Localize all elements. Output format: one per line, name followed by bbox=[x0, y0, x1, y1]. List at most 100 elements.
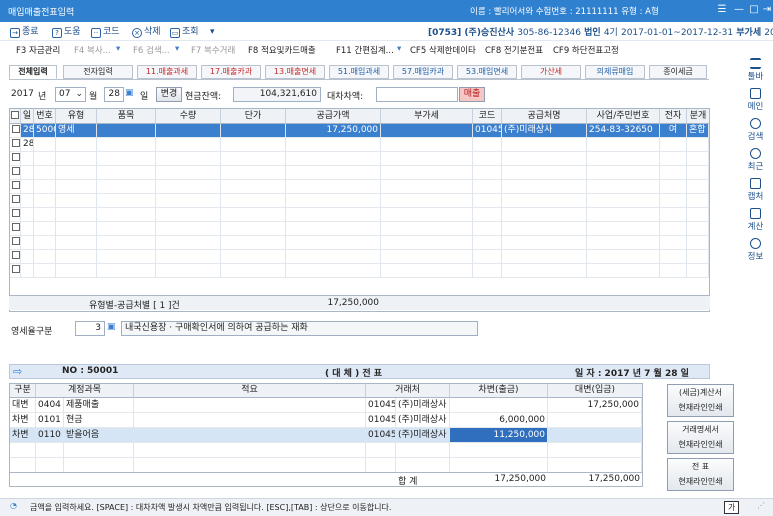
empty-cell[interactable] bbox=[381, 180, 473, 194]
row-checkbox-cell[interactable] bbox=[10, 236, 21, 250]
empty-cell[interactable] bbox=[286, 208, 381, 222]
empty-cell[interactable] bbox=[687, 236, 709, 250]
empty-cell[interactable] bbox=[587, 222, 660, 236]
empty-cell[interactable] bbox=[97, 194, 156, 208]
empty-cell[interactable] bbox=[56, 194, 97, 208]
empty-cell[interactable] bbox=[97, 180, 156, 194]
cell-no[interactable]: 50001 bbox=[34, 124, 56, 138]
empty-cell[interactable] bbox=[502, 264, 587, 278]
empty-cell[interactable] bbox=[473, 194, 502, 208]
empty-cell[interactable] bbox=[21, 180, 34, 194]
empty-cell[interactable] bbox=[687, 250, 709, 264]
table-row[interactable]: 28 bbox=[10, 138, 709, 152]
table-row[interactable]: 28 50001 영세 17,250,000 01045 (주)미래상사 254… bbox=[10, 124, 709, 138]
vcell-div[interactable]: 대변 bbox=[10, 398, 36, 413]
vcell-ccode[interactable] bbox=[366, 458, 396, 473]
empty-cell[interactable] bbox=[221, 166, 286, 180]
help-button[interactable]: ? 도움 bbox=[52, 26, 81, 39]
empty-cell[interactable] bbox=[587, 208, 660, 222]
empty-cell[interactable] bbox=[156, 194, 221, 208]
empty-cell[interactable] bbox=[221, 152, 286, 166]
empty-cell[interactable] bbox=[286, 264, 381, 278]
row-checkbox-cell[interactable] bbox=[10, 166, 21, 180]
table-row[interactable] bbox=[10, 194, 709, 208]
print-invoice-button[interactable]: (세금)계산서 현재라인인쇄 bbox=[667, 384, 734, 417]
fkey-prior[interactable]: CF8 전기분전표 bbox=[485, 44, 543, 56]
empty-cell[interactable] bbox=[34, 264, 56, 278]
table-row[interactable] bbox=[10, 208, 709, 222]
tab-sales-exempt[interactable]: 13.매출면세 bbox=[265, 65, 325, 79]
exit-icon[interactable]: ⇥ bbox=[761, 4, 773, 16]
cell-price[interactable] bbox=[221, 138, 286, 152]
cell-journal[interactable] bbox=[687, 138, 709, 152]
cell-price[interactable] bbox=[221, 124, 286, 138]
delete-button[interactable]: × 삭제 bbox=[132, 26, 161, 39]
row-checkbox[interactable] bbox=[12, 125, 20, 133]
empty-cell[interactable] bbox=[502, 222, 587, 236]
voucher-row[interactable]: 대변 0404 제품매출 01045 (주)미래상사 17,250,000 bbox=[10, 398, 642, 413]
empty-cell[interactable] bbox=[286, 166, 381, 180]
row-checkbox[interactable] bbox=[12, 167, 20, 175]
row-checkbox[interactable] bbox=[12, 181, 20, 189]
cell-vat[interactable] bbox=[381, 138, 473, 152]
empty-cell[interactable] bbox=[687, 180, 709, 194]
fkey-summary[interactable]: F11 간편집계... bbox=[336, 44, 394, 56]
toolbar-more-icon[interactable]: ▾ bbox=[210, 26, 215, 39]
empty-cell[interactable] bbox=[56, 264, 97, 278]
empty-cell[interactable] bbox=[97, 250, 156, 264]
row-checkbox[interactable] bbox=[12, 209, 20, 217]
empty-cell[interactable] bbox=[156, 236, 221, 250]
vcell-div[interactable] bbox=[10, 458, 36, 473]
header-checkbox[interactable] bbox=[10, 109, 21, 124]
empty-cell[interactable] bbox=[286, 222, 381, 236]
empty-cell[interactable] bbox=[34, 180, 56, 194]
cell-item[interactable] bbox=[97, 138, 156, 152]
cell-journal[interactable]: 혼합 bbox=[687, 124, 709, 138]
empty-cell[interactable] bbox=[21, 194, 34, 208]
cell-type[interactable]: 영세 bbox=[56, 124, 97, 138]
cell-code[interactable]: 01045 bbox=[473, 124, 502, 138]
row-checkbox-cell[interactable] bbox=[10, 152, 21, 166]
tab-paper[interactable]: 종이세금 bbox=[649, 65, 707, 79]
vcell-account[interactable] bbox=[64, 443, 134, 458]
empty-cell[interactable] bbox=[34, 166, 56, 180]
row-checkbox[interactable] bbox=[12, 195, 20, 203]
empty-cell[interactable] bbox=[56, 222, 97, 236]
empty-cell[interactable] bbox=[97, 152, 156, 166]
sidebar-main[interactable]: 메인 bbox=[738, 88, 773, 112]
empty-cell[interactable] bbox=[687, 166, 709, 180]
empty-cell[interactable] bbox=[34, 152, 56, 166]
fkey-memo[interactable]: F8 적요및카드매출 bbox=[248, 44, 316, 56]
month-select[interactable]: 07 ⌄ bbox=[55, 87, 86, 102]
menu-icon[interactable]: ☰ bbox=[716, 4, 728, 16]
empty-cell[interactable] bbox=[687, 264, 709, 278]
cell-amount[interactable] bbox=[286, 138, 381, 152]
empty-cell[interactable] bbox=[473, 166, 502, 180]
vcell-div[interactable]: 차변 bbox=[10, 413, 36, 428]
empty-cell[interactable] bbox=[97, 166, 156, 180]
cell-amount[interactable]: 17,250,000 bbox=[286, 124, 381, 138]
chevron-down-icon[interactable]: ▾ bbox=[116, 44, 120, 54]
empty-cell[interactable] bbox=[221, 250, 286, 264]
cell-vendor[interactable] bbox=[502, 138, 587, 152]
empty-cell[interactable] bbox=[687, 152, 709, 166]
empty-cell[interactable] bbox=[21, 250, 34, 264]
voucher-row[interactable] bbox=[10, 443, 642, 458]
voucher-row[interactable]: 차변 0101 현금 01045 (주)미래상사 6,000,000 bbox=[10, 413, 642, 428]
voucher-row[interactable]: 차변 0110 받을어음 01045 (주)미래상사 11,250,000 bbox=[10, 428, 642, 443]
empty-cell[interactable] bbox=[221, 222, 286, 236]
vcell-memo[interactable] bbox=[134, 428, 366, 443]
empty-cell[interactable] bbox=[381, 152, 473, 166]
cell-qty[interactable] bbox=[156, 124, 221, 138]
cell-day[interactable]: 28 bbox=[21, 138, 34, 152]
empty-cell[interactable] bbox=[97, 264, 156, 278]
empty-cell[interactable] bbox=[21, 208, 34, 222]
vcell-ccode[interactable]: 01045 bbox=[366, 413, 396, 428]
year-value[interactable]: 2017 bbox=[11, 89, 34, 99]
vcell-code[interactable]: 0101 bbox=[36, 413, 64, 428]
vcell-credit[interactable] bbox=[548, 428, 642, 443]
empty-cell[interactable] bbox=[687, 222, 709, 236]
empty-cell[interactable] bbox=[221, 208, 286, 222]
empty-cell[interactable] bbox=[156, 152, 221, 166]
table-row[interactable] bbox=[10, 180, 709, 194]
